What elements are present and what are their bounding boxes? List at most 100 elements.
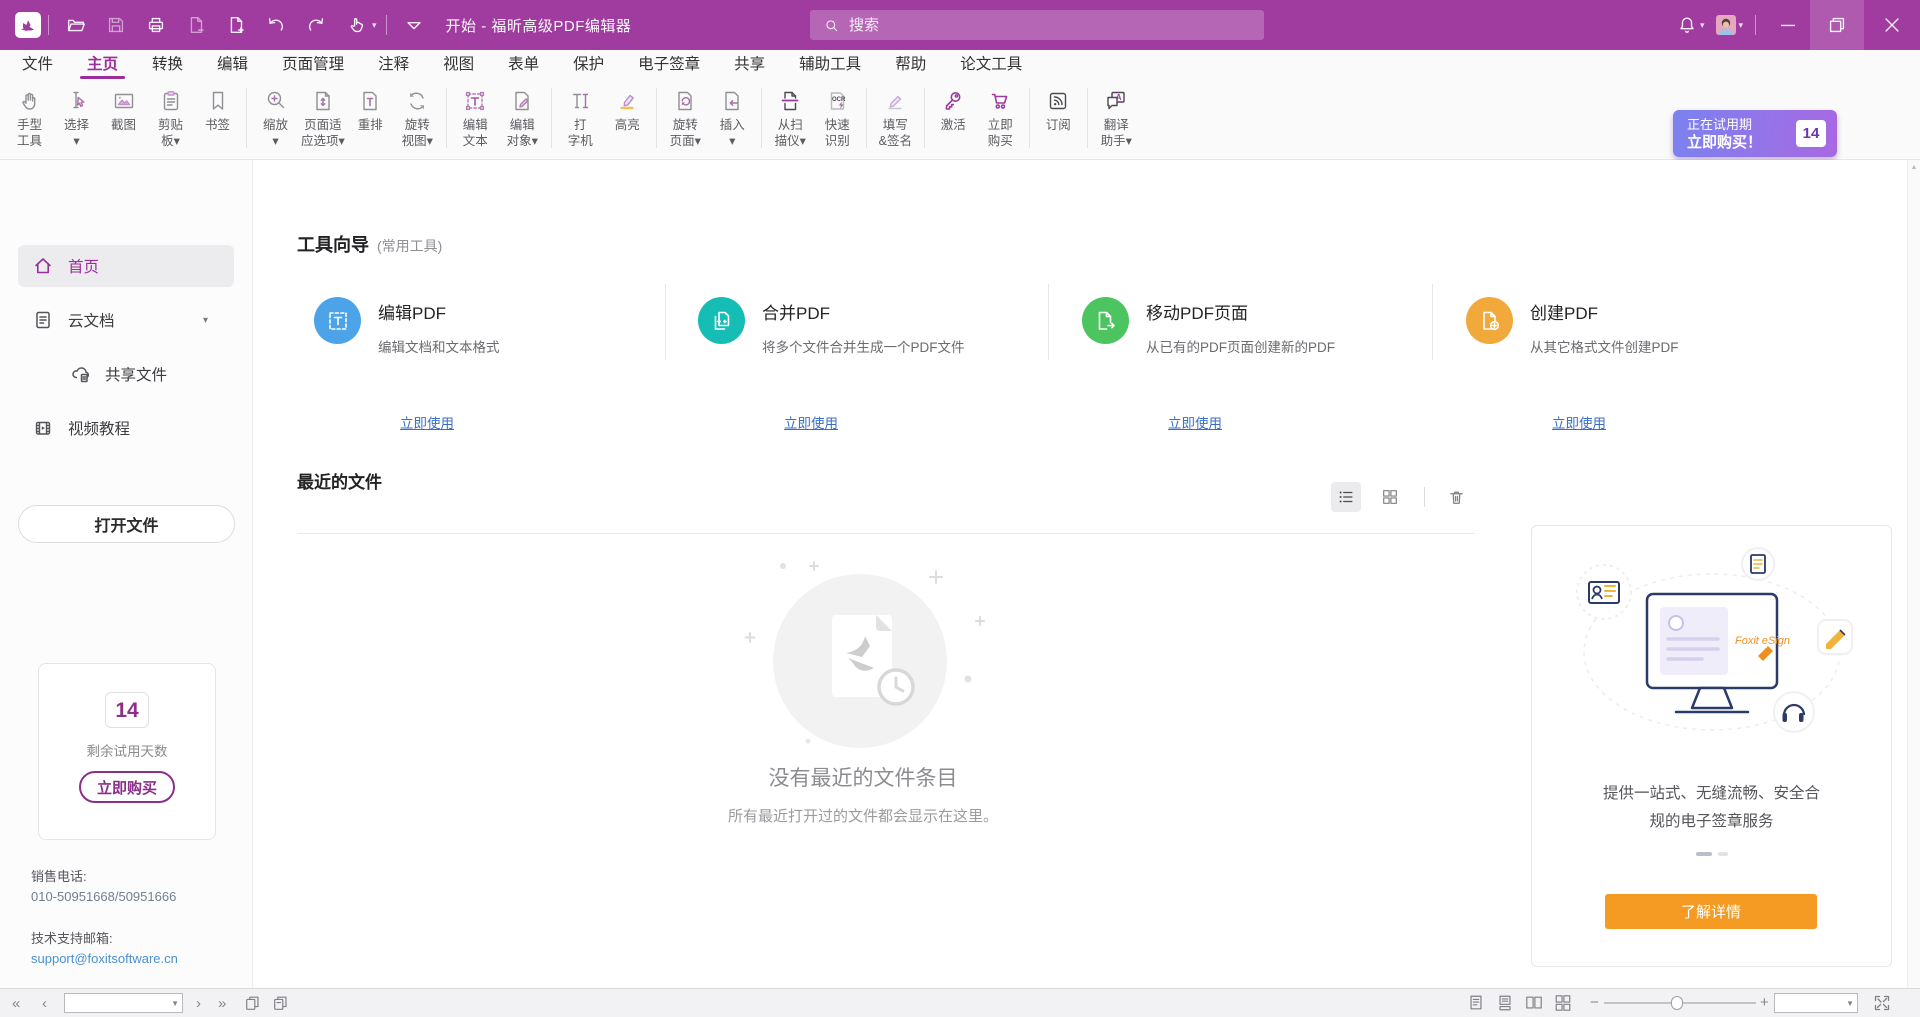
ribbon-tool-rotate-view[interactable]: 旋转视图▾	[394, 87, 441, 149]
ribbon-tool-buy-now[interactable]: 立即购买	[977, 87, 1024, 149]
previous-page-button[interactable]: ‹	[42, 989, 47, 1017]
facing-continuous-view-icon[interactable]	[1554, 994, 1572, 1017]
ribbon-tool-bookmark[interactable]: 书签	[194, 87, 241, 133]
zoom-out-button[interactable]: −	[1590, 988, 1599, 1017]
close-button[interactable]	[1864, 0, 1920, 50]
menu-item-12[interactable]: 帮助	[878, 50, 943, 79]
menu-item-1[interactable]: 主页	[70, 50, 135, 79]
menu-item-9[interactable]: 电子签章	[621, 50, 717, 79]
menu-item-13[interactable]: 论文工具	[943, 50, 1039, 79]
zoom-level-input[interactable]	[1775, 996, 1841, 1010]
use-now-link-merge-pdf[interactable]: 立即使用	[784, 412, 838, 432]
open-file-button[interactable]: 打开文件	[18, 505, 235, 543]
use-now-link-create-pdf[interactable]: 立即使用	[1552, 412, 1606, 432]
menu-item-7[interactable]: 表单	[491, 50, 556, 79]
search-box[interactable]	[810, 10, 1264, 40]
ribbon-tool-quick-ocr[interactable]: OCR快速识别	[814, 87, 861, 149]
ribbon-tool-snapshot[interactable]: 截图	[100, 87, 147, 133]
continuous-view-icon[interactable]	[1496, 994, 1514, 1017]
avatar-caret-icon[interactable]: ▾	[1738, 20, 1743, 31]
clipboard-copy-icon[interactable]	[272, 994, 290, 1017]
sidebar-item-video-tutorials[interactable]: 视频教程	[18, 407, 234, 449]
menu-item-2[interactable]: 转换	[135, 50, 200, 79]
ribbon-tool-subscribe[interactable]: 订阅	[1035, 87, 1082, 133]
content-scrollbar[interactable]: ▲	[1907, 160, 1920, 988]
buy-now-button[interactable]: 立即购买	[79, 771, 175, 803]
zoom-slider-thumb[interactable]	[1671, 996, 1683, 1010]
next-page-button[interactable]: ›	[196, 989, 201, 1017]
chevron-down-icon[interactable]: ▾	[203, 315, 208, 326]
ribbon-tool-select[interactable]: 选择▾	[53, 87, 100, 149]
support-email-link[interactable]: support@foxitsoftware.cn	[31, 951, 178, 966]
tool-card-edit-pdf[interactable]: 编辑PDF编辑文档和文本格式	[314, 297, 500, 356]
open-file-icon[interactable]	[59, 8, 93, 42]
promo-dot-active[interactable]	[1696, 852, 1712, 856]
export-document-icon[interactable]	[179, 8, 213, 42]
use-now-link-edit-pdf[interactable]: 立即使用	[400, 412, 454, 432]
search-input[interactable]	[849, 17, 1229, 34]
sidebar-item-home[interactable]: 首页	[18, 245, 234, 287]
ribbon-tool-reflow[interactable]: 重排	[347, 87, 394, 133]
promo-pagination-dots[interactable]	[1532, 852, 1891, 856]
last-page-button[interactable]: »	[218, 989, 226, 1017]
hand-pointer-caret-icon[interactable]: ▾	[372, 20, 377, 31]
zoom-box-caret-icon[interactable]: ▼	[1846, 999, 1854, 1008]
notification-bell-icon[interactable]	[1673, 8, 1701, 42]
redo-icon[interactable]	[299, 8, 333, 42]
ribbon-tool-rotate-pages[interactable]: 旋转页面▾	[662, 87, 709, 149]
single-page-view-icon[interactable]	[1467, 994, 1485, 1017]
first-page-button[interactable]: «	[12, 989, 20, 1017]
new-document-icon[interactable]	[219, 8, 253, 42]
page-box-caret-icon[interactable]: ▼	[171, 999, 179, 1008]
tool-card-move-pdf-pages[interactable]: 移动PDF页面从已有的PDF页面创建新的PDF	[1082, 297, 1335, 356]
ribbon-tool-from-scanner[interactable]: 从扫描仪▾	[767, 87, 814, 149]
save-icon[interactable]	[99, 8, 133, 42]
tool-card-create-pdf[interactable]: 创建PDF从其它格式文件创建PDF	[1466, 297, 1679, 356]
undo-icon[interactable]	[259, 8, 293, 42]
zoom-level-box[interactable]: ▼	[1774, 993, 1858, 1013]
use-now-link-move-pdf-pages[interactable]: 立即使用	[1168, 412, 1222, 432]
hand-pointer-icon[interactable]	[339, 8, 373, 42]
menu-item-8[interactable]: 保护	[556, 50, 621, 79]
fullscreen-icon[interactable]	[1872, 993, 1892, 1017]
facing-view-icon[interactable]	[1525, 994, 1543, 1017]
sidebar-item-cloud-docs[interactable]: 云文档▾	[18, 299, 234, 341]
bell-caret-icon[interactable]: ▾	[1700, 20, 1705, 31]
page-number-input[interactable]	[65, 996, 163, 1010]
ribbon-tool-insert[interactable]: 插入▾	[709, 87, 756, 149]
minimize-button[interactable]	[1766, 0, 1810, 50]
print-icon[interactable]	[139, 8, 173, 42]
menu-item-0[interactable]: 文件	[5, 50, 70, 79]
avatar[interactable]	[1716, 15, 1736, 35]
ribbon-tool-fill-sign[interactable]: 填写&签名	[872, 87, 919, 149]
ribbon-tool-highlight[interactable]: 高亮	[604, 87, 651, 133]
menu-item-10[interactable]: 共享	[717, 50, 782, 79]
promo-dot[interactable]	[1718, 852, 1728, 856]
menu-item-6[interactable]: 视图	[426, 50, 491, 79]
restore-button[interactable]	[1810, 0, 1864, 50]
menu-item-3[interactable]: 编辑	[200, 50, 265, 79]
ribbon-tool-typewriter[interactable]: 打字机	[557, 87, 604, 149]
learn-more-button[interactable]: 了解详情	[1605, 894, 1817, 929]
tool-card-merge-pdf[interactable]: 合并PDF将多个文件合并生成一个PDF文件	[698, 297, 965, 356]
ribbon-tool-edit-text[interactable]: 编辑文本	[452, 87, 499, 149]
sidebar-item-shared-files[interactable]: 共享文件	[18, 353, 234, 395]
zoom-in-button[interactable]: +	[1760, 988, 1769, 1017]
ribbon-tool-page-fit[interactable]: 页面适应选项▾	[299, 87, 347, 149]
ribbon-tool-activate[interactable]: 激活	[930, 87, 977, 133]
ribbon-tool-clipboard[interactable]: 剪贴板▾	[147, 87, 194, 149]
clear-recent-trash-button[interactable]	[1441, 482, 1471, 512]
menu-item-4[interactable]: 页面管理	[265, 50, 361, 79]
menu-item-5[interactable]: 注释	[361, 50, 426, 79]
ribbon-tool-zoom[interactable]: 缩放▾	[252, 87, 299, 149]
collapse-ribbon-icon[interactable]	[397, 8, 431, 42]
ribbon-tool-translate-assistant[interactable]: A翻译助手▾	[1093, 87, 1140, 149]
snapshot-copy-icon[interactable]	[244, 994, 262, 1017]
list-view-button[interactable]	[1331, 482, 1361, 512]
menu-item-11[interactable]: 辅助工具	[782, 50, 878, 79]
scroll-up-arrow-icon[interactable]: ▲	[1908, 164, 1920, 171]
page-number-box[interactable]: ▼	[64, 993, 183, 1013]
ribbon-tool-hand-tool[interactable]: 手型工具	[6, 87, 53, 149]
trial-badge[interactable]: 正在试用期 立即购买！ 14	[1673, 110, 1837, 157]
grid-view-button[interactable]	[1375, 482, 1405, 512]
